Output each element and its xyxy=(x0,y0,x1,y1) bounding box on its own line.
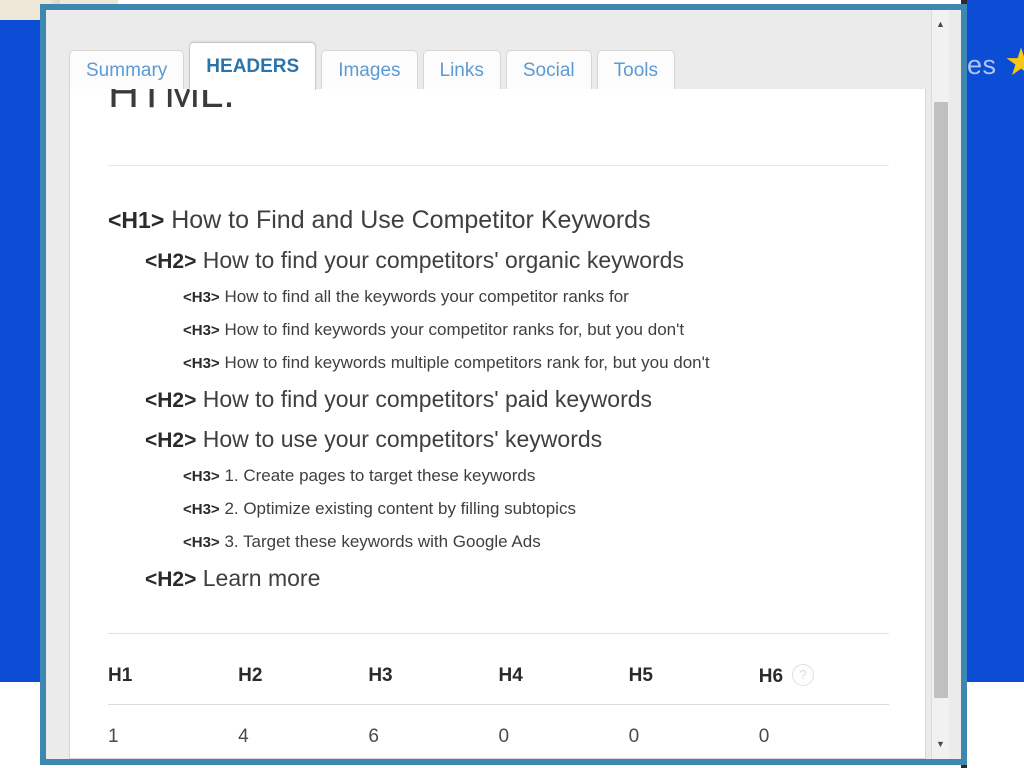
divider-bottom xyxy=(108,633,889,634)
heading-tag: <H3> xyxy=(183,322,220,339)
scroll-up-arrow-icon[interactable]: ▲ xyxy=(932,16,949,33)
background-white-bottom-right xyxy=(967,682,1024,768)
tab-headers[interactable]: HEADERS xyxy=(189,42,317,90)
table-header-row: H1 H2 H3 H4 H5 H6? xyxy=(108,664,889,705)
tab-tools[interactable]: Tools xyxy=(596,50,675,90)
column-header-h6: H6? xyxy=(758,664,889,705)
heading-text: How to find keywords multiple competitor… xyxy=(224,353,710,372)
column-header-h5: H5 xyxy=(628,664,759,705)
heading-row: <H2> How to find your competitors' organ… xyxy=(145,241,889,281)
scrollbar-thumb[interactable] xyxy=(934,102,948,698)
help-icon[interactable]: ? xyxy=(792,664,815,686)
heading-tag: <H3> xyxy=(183,355,220,372)
heading-text: How to find keywords your competitor ran… xyxy=(224,320,685,339)
heading-tag: <H3> xyxy=(183,501,220,518)
heading-text: 3. Target these keywords with Google Ads xyxy=(224,532,541,551)
heading-tag: <H3> xyxy=(183,289,220,306)
table-row: 1 4 6 0 0 0 xyxy=(108,705,889,749)
headers-panel: HTML. <H1> How to Find and Use Competito… xyxy=(69,89,926,759)
heading-row: <H3> How to find keywords multiple compe… xyxy=(183,347,889,380)
heading-counts-table: H1 H2 H3 H4 H5 H6? 1 4 6 0 0 0 xyxy=(108,664,889,748)
heading-text: Learn more xyxy=(202,565,321,591)
background-blue-right: es ★ xyxy=(967,0,1024,682)
tab-images[interactable]: Images xyxy=(321,50,418,90)
heading-row: <H2> Learn more xyxy=(145,559,889,599)
heading-tag: <H2> xyxy=(145,429,197,452)
cell-h1-count: 1 xyxy=(108,726,119,747)
heading-text: How to use your competitors' keywords xyxy=(202,426,603,452)
heading-text: 1. Create pages to target these keywords xyxy=(224,466,536,485)
tab-social[interactable]: Social xyxy=(505,50,592,90)
cell-h3-count: 6 xyxy=(368,726,379,747)
heading-text: How to Find and Use Competitor Keywords xyxy=(171,206,651,234)
heading-row: <H2> How to find your competitors' paid … xyxy=(145,380,889,420)
seo-toolbar-modal: Summary HEADERS Images Links Social Tool… xyxy=(40,4,967,765)
column-header-h2: H2 xyxy=(238,664,369,705)
heading-row: <H3> How to find all the keywords your c… xyxy=(183,281,889,314)
cell-h5-count: 0 xyxy=(628,726,640,747)
star-icon: ★ xyxy=(1004,42,1024,84)
panel-scroll-content: HTML. <H1> How to Find and Use Competito… xyxy=(70,89,925,748)
headings-outline: <H1> How to Find and Use Competitor Keyw… xyxy=(70,166,925,599)
column-header-h4: H4 xyxy=(498,664,629,705)
heading-row: <H2> How to use your competitors' keywor… xyxy=(145,420,889,460)
heading-tag: <H2> xyxy=(145,389,197,412)
background-headline-text: es xyxy=(967,50,997,80)
scroll-down-arrow-icon[interactable]: ▼ xyxy=(932,736,949,753)
screen: es ★ Summary HEADERS Images Links Social… xyxy=(0,0,1024,768)
modal-scrollbar[interactable]: ▲ ▼ xyxy=(931,10,949,759)
tab-bar: Summary HEADERS Images Links Social Tool… xyxy=(69,42,680,90)
heading-text: How to find your competitors' paid keywo… xyxy=(202,386,653,412)
heading-row: <H3> How to find keywords your competito… xyxy=(183,314,889,347)
heading-row: <H1> How to Find and Use Competitor Keyw… xyxy=(108,200,889,241)
cell-h6-count: 0 xyxy=(758,726,770,747)
column-header-h6-label: H6 xyxy=(758,666,784,687)
heading-row: <H3> 2. Optimize existing content by fil… xyxy=(183,493,889,526)
cell-h4-count: 0 xyxy=(498,726,510,747)
page-title: HTML. xyxy=(108,89,235,117)
tab-summary[interactable]: Summary xyxy=(69,50,185,90)
cell-h2-count: 4 xyxy=(238,726,249,747)
heading-tag: <H3> xyxy=(183,468,220,485)
tab-links[interactable]: Links xyxy=(422,50,501,90)
heading-text: How to find your competitors' organic ke… xyxy=(202,247,684,273)
heading-row: <H3> 3. Target these keywords with Googl… xyxy=(183,526,889,559)
heading-row: <H3> 1. Create pages to target these key… xyxy=(183,460,889,493)
column-header-h1: H1 xyxy=(108,664,239,705)
modal-inner: Summary HEADERS Images Links Social Tool… xyxy=(46,10,949,759)
heading-tag: <H2> xyxy=(145,568,197,591)
heading-text: 2. Optimize existing content by filling … xyxy=(224,499,576,518)
column-header-h3: H3 xyxy=(368,664,499,705)
heading-tag: <H1> xyxy=(108,207,165,233)
heading-tag: <H3> xyxy=(183,534,220,551)
heading-tag: <H2> xyxy=(145,250,197,273)
heading-text: How to find all the keywords your compet… xyxy=(224,287,629,306)
